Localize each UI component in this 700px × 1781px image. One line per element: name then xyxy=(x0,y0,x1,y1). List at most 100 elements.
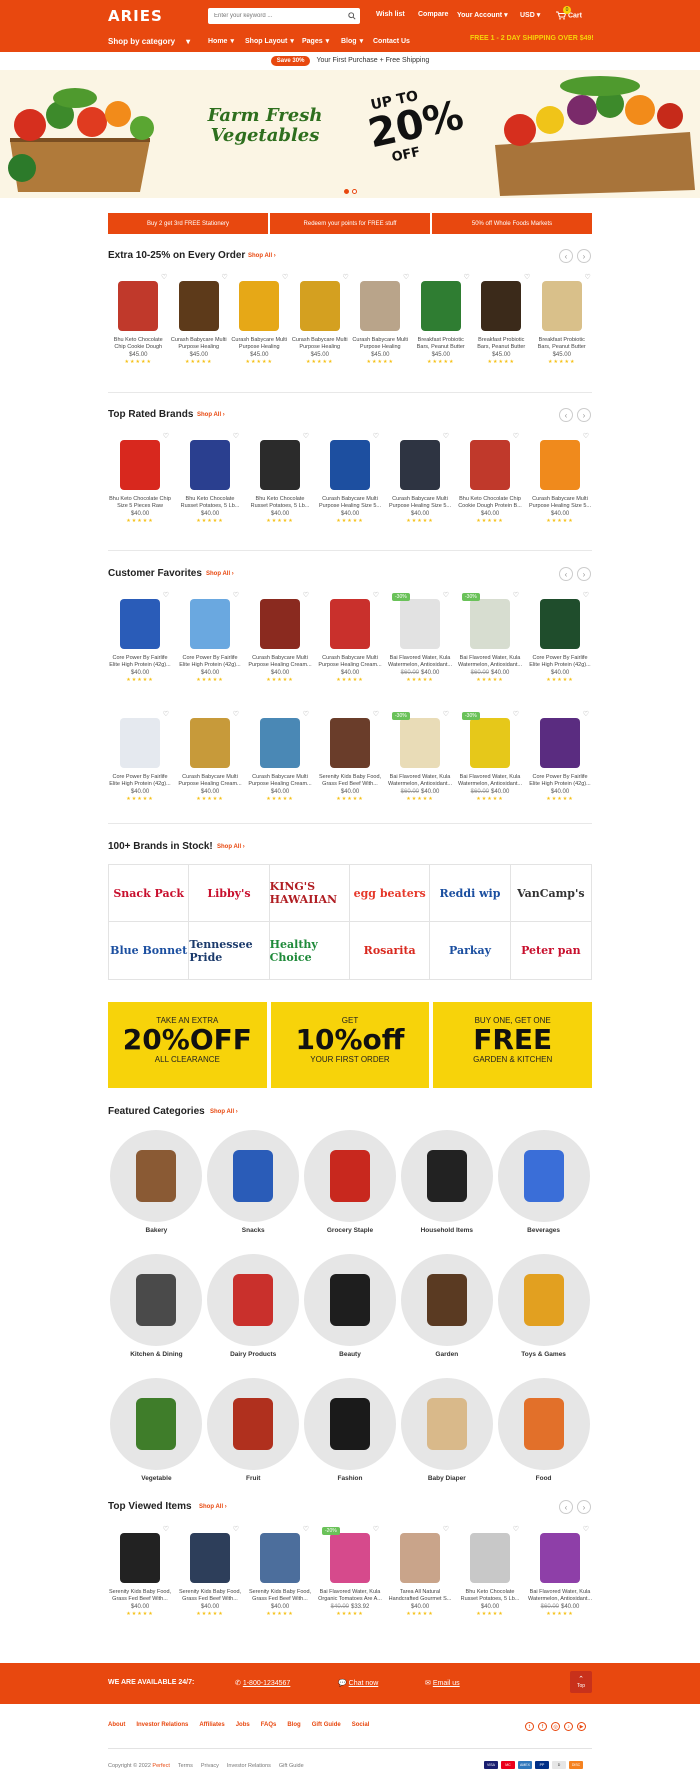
heart-icon[interactable]: ♡ xyxy=(233,1525,239,1533)
product-card[interactable]: ♡ Curash Babycare Multi Purpose Healing C… xyxy=(248,592,312,683)
category-label[interactable]: Baby Diaper xyxy=(398,1475,495,1482)
footer-link[interactable]: Investor Relations xyxy=(136,1722,188,1728)
hero-banner[interactable]: Farm Fresh Vegetables UP TO 20% OFF xyxy=(0,70,700,198)
phone-link[interactable]: ✆ 1-800-1234567 xyxy=(235,1679,290,1687)
product-image[interactable]: ♡ xyxy=(250,432,310,494)
product-card[interactable]: ♡ Curash Babycare Multi Purpose Healing C… xyxy=(248,711,312,802)
footer-link[interactable]: FAQs xyxy=(261,1722,277,1728)
brand-logo[interactable]: Tennessee Pride xyxy=(189,922,270,979)
brand-logo[interactable]: Rosarita xyxy=(350,922,431,979)
category-label[interactable]: Bakery xyxy=(108,1227,205,1234)
product-card[interactable]: ♡ Tarea All Natural Handcrafted Gourmet S… xyxy=(388,1526,452,1617)
product-name[interactable]: Curash Babycare Multi Purpose Healing Cr… xyxy=(350,337,411,351)
product-card[interactable]: ♡ Breakfast Probiotic Bars, Peanut Butter… xyxy=(532,274,593,365)
heart-icon[interactable]: ♡ xyxy=(303,1525,309,1533)
product-name[interactable]: Breakfast Probiotic Bars, Peanut Butter … xyxy=(411,337,472,351)
product-image[interactable]: ♡ xyxy=(530,710,590,772)
heart-icon[interactable]: ♡ xyxy=(303,432,309,440)
product-card[interactable]: ♡ Curash Babycare Multi Purpose Healing S… xyxy=(318,433,382,524)
category-label[interactable]: Vegetable xyxy=(108,1475,205,1482)
next-arrow-icon[interactable]: › xyxy=(577,1500,591,1514)
product-card[interactable]: ♡ Bai Flavored Water, Kula Watermelon, An… xyxy=(528,1525,592,1617)
product-name[interactable]: Bai Flavored Water, Kula Watermelon, Ant… xyxy=(388,774,452,788)
product-card[interactable]: ♡ Curash Babycare Multi Purpose Healing C… xyxy=(318,592,382,683)
product-card[interactable]: -20% ♡ Bai Flavored Water, Kula Organic To… xyxy=(318,1526,382,1617)
product-card[interactable]: ♡ Bhu Keto Chocolate Russet Potatoes, 5 L… xyxy=(178,433,242,524)
category-image[interactable] xyxy=(303,1378,396,1470)
heart-icon[interactable]: ♡ xyxy=(373,710,379,718)
product-name[interactable]: Bai Flavored Water, Kula Watermelon, Ant… xyxy=(388,655,452,669)
product-card[interactable]: ♡ Bhu Keto Chocolate Chip Cookie Dough Pr… xyxy=(458,433,522,524)
tab-points[interactable]: Redeem your points for FREE stuff xyxy=(270,213,430,234)
heart-icon[interactable]: ♡ xyxy=(233,591,239,599)
prev-arrow-icon[interactable]: ‹ xyxy=(559,567,573,581)
product-image[interactable]: ♡ xyxy=(110,711,170,772)
product-name[interactable]: Bhu Keto Chocolate Russet Potatoes, 5 Lb… xyxy=(248,496,312,510)
product-card[interactable]: ♡ Core Power By Fairlife Elite High Prote… xyxy=(108,711,172,802)
heart-icon[interactable]: ♡ xyxy=(163,432,169,440)
category-image[interactable] xyxy=(303,1254,396,1346)
search-icon[interactable] xyxy=(348,12,356,20)
heart-icon[interactable]: ♡ xyxy=(583,1525,589,1533)
heart-icon[interactable]: ♡ xyxy=(583,432,589,440)
heart-icon[interactable]: ♡ xyxy=(583,710,589,718)
product-image[interactable]: ♡ xyxy=(460,433,520,494)
category-label[interactable]: Food xyxy=(495,1475,592,1482)
product-image[interactable]: ♡ xyxy=(471,274,531,335)
category-item[interactable]: Baby Diaper xyxy=(398,1378,495,1482)
brand-logo[interactable]: Parkay xyxy=(430,922,511,979)
footer-link[interactable]: Affiliates xyxy=(199,1722,224,1728)
brand-logo[interactable]: Peter pan xyxy=(511,922,591,979)
category-item[interactable]: Kitchen & Dining xyxy=(108,1254,205,1358)
category-image[interactable] xyxy=(207,1130,300,1222)
category-image[interactable] xyxy=(207,1378,300,1470)
product-name[interactable]: Serenity Kids Baby Food, Grass Fed Beef … xyxy=(178,1589,242,1603)
heart-icon[interactable]: ♡ xyxy=(443,710,449,718)
brand-logo[interactable]: Healthy Choice xyxy=(270,922,350,979)
category-image[interactable] xyxy=(303,1130,396,1222)
product-image[interactable]: ♡ xyxy=(390,1526,450,1587)
product-image[interactable]: ♡ xyxy=(180,711,240,772)
product-name[interactable]: Core Power By Fairlife Elite High Protei… xyxy=(178,655,242,669)
shop-all-extra[interactable]: Shop All › xyxy=(248,253,276,259)
product-image[interactable]: ♡ xyxy=(530,432,590,494)
product-name[interactable]: Curash Babycare Multi Purpose Healing Cr… xyxy=(290,337,351,351)
product-card[interactable]: ♡ Core Power By Fairlife Elite High Prote… xyxy=(108,592,172,683)
footer-bottom-link[interactable]: Terms xyxy=(178,1763,193,1769)
product-card[interactable]: ♡ Core Power By Fairlife Elite High Prote… xyxy=(528,592,592,683)
twitter-icon[interactable]: t xyxy=(525,1722,534,1731)
product-card[interactable]: ♡ Serenity Kids Baby Food, Grass Fed Beef… xyxy=(318,710,382,802)
heart-icon[interactable]: ♡ xyxy=(403,273,409,281)
product-image[interactable]: -30% ♡ xyxy=(460,592,520,653)
product-card[interactable]: ♡ Curash Babycare Multi Purpose Healing C… xyxy=(169,273,230,365)
product-card[interactable]: ♡ Core Power By Fairlife Elite High Prote… xyxy=(178,591,242,683)
heart-icon[interactable]: ♡ xyxy=(221,273,227,281)
product-name[interactable]: Breakfast Probiotic Bars, Peanut Butter … xyxy=(471,337,532,351)
footer-link[interactable]: Gift Guide xyxy=(312,1722,341,1728)
brand-logo[interactable]: egg beaters xyxy=(350,865,431,922)
product-card[interactable]: -30% ♡ Bai Flavored Water, Kula Watermelon… xyxy=(388,592,452,683)
product-image[interactable]: ♡ xyxy=(110,592,170,653)
category-item[interactable]: Dairy Products xyxy=(205,1254,302,1358)
footer-link[interactable]: About xyxy=(108,1722,125,1728)
footer-bottom-link[interactable]: Investor Relations xyxy=(227,1763,271,1769)
category-item[interactable]: Household Items xyxy=(398,1130,495,1234)
next-arrow-icon[interactable]: › xyxy=(577,408,591,422)
email-link[interactable]: ✉ Email us xyxy=(425,1679,460,1687)
product-image[interactable]: ♡ xyxy=(460,1526,520,1587)
compare-link[interactable]: Compare xyxy=(418,11,448,18)
footer-bottom-link[interactable]: Privacy xyxy=(201,1763,219,1769)
product-name[interactable]: Curash Babycare Multi Purpose Healing Cr… xyxy=(248,774,312,788)
product-image[interactable]: ♡ xyxy=(530,592,590,653)
tab-stationery[interactable]: Buy 2 get 3rd FREE Stationery xyxy=(108,213,268,234)
nav-pages[interactable]: Pages ▾ xyxy=(302,34,329,48)
footer-link[interactable]: Jobs xyxy=(236,1722,250,1728)
category-item[interactable]: Food xyxy=(495,1378,592,1482)
product-card[interactable]: ♡ Bhu Keto Chocolate Russet Potatoes, 5 L… xyxy=(248,432,312,524)
product-image[interactable]: ♡ xyxy=(350,273,410,335)
product-name[interactable]: Bhu Keto Chocolate Russet Potatoes, 5 Lb… xyxy=(178,496,242,510)
footer-link[interactable]: Social xyxy=(352,1722,370,1728)
category-item[interactable]: Beauty xyxy=(302,1254,399,1358)
product-image[interactable]: ♡ xyxy=(229,274,289,335)
category-item[interactable]: Fruit xyxy=(205,1378,302,1482)
